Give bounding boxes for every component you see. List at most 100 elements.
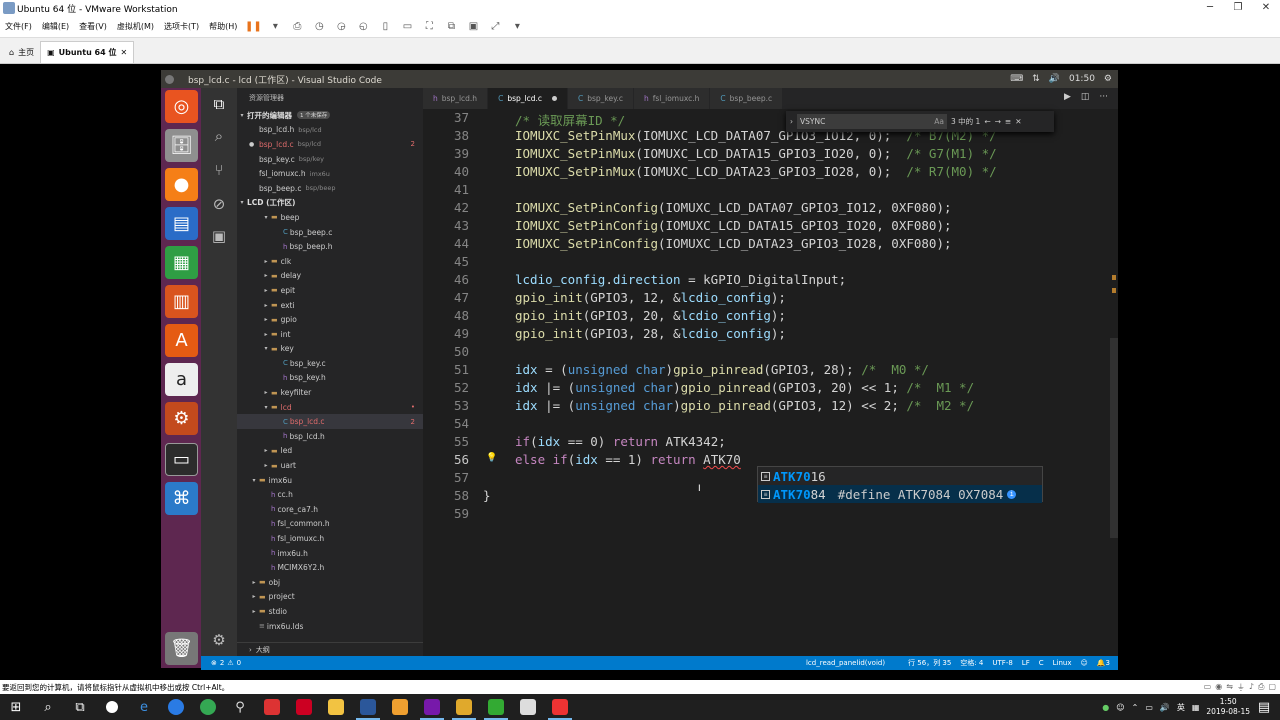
- problems-indicator[interactable]: ⊗ 2 ⚠ 0: [211, 659, 241, 667]
- window-close-icon[interactable]: [165, 74, 174, 84]
- network-icon[interactable]: ⇅: [1032, 74, 1040, 84]
- notes-icon[interactable]: [512, 694, 544, 720]
- open-editor-item[interactable]: bsp_lcd.h bsp/lcd: [237, 123, 423, 138]
- ubuntu-clock[interactable]: 01:50: [1069, 74, 1095, 84]
- tray-input-icon[interactable]: ▦: [1192, 703, 1200, 712]
- editor-tab[interactable]: h fsl_iomuxc.h: [633, 88, 711, 109]
- firefox-icon[interactable]: ●: [165, 168, 198, 201]
- folder-item[interactable]: ▸ ▬ keyfilter: [237, 385, 423, 400]
- software-center-icon[interactable]: A: [165, 324, 198, 357]
- run-icon[interactable]: ▶: [1064, 92, 1071, 102]
- file-item[interactable]: h MCIMX6Y2.h: [237, 560, 423, 575]
- writer-icon[interactable]: ▤: [165, 207, 198, 240]
- tab-close-icon[interactable]: ✕: [120, 48, 127, 57]
- manage-gear-icon[interactable]: ⚙: [209, 630, 229, 650]
- camera-app-icon[interactable]: [96, 694, 128, 720]
- code-line[interactable]: IOMUXC_SetPinConfig(IOMUXC_LCD_DATA07_GP…: [515, 200, 952, 215]
- debug-icon[interactable]: ⊘: [209, 194, 229, 214]
- folder-item[interactable]: ▾ ▬ key: [237, 342, 423, 357]
- device-sound-icon[interactable]: ♪: [1249, 682, 1254, 693]
- file-item[interactable]: h fsl_common.h: [237, 517, 423, 532]
- platform[interactable]: Linux: [1053, 659, 1072, 667]
- menu-tabs[interactable]: 选项卡(T): [159, 21, 204, 32]
- stretch-dropdown-icon[interactable]: ▾: [509, 20, 525, 34]
- editor-scrollbar[interactable]: [1110, 338, 1118, 538]
- encoding[interactable]: UTF-8: [992, 659, 1012, 667]
- extensions-icon[interactable]: ▣: [209, 226, 229, 246]
- snapshot-icon[interactable]: ◷: [311, 20, 327, 34]
- tab-ubuntu[interactable]: ▣ Ubuntu 64 位 ✕: [40, 41, 135, 63]
- file-item[interactable]: h cc.h: [237, 487, 423, 502]
- find-in-selection-icon[interactable]: ≡: [1005, 117, 1011, 126]
- match-case-toggle[interactable]: Aa: [934, 117, 944, 126]
- input-language[interactable]: 英: [1177, 702, 1185, 713]
- tray-user-icon[interactable]: ☺: [1116, 703, 1124, 712]
- folder-item[interactable]: ▸ ▬ delay: [237, 269, 423, 284]
- outline-section[interactable]: › 大纲: [237, 642, 423, 656]
- code-line[interactable]: idx |= (unsigned char)gpio_pinread(GPIO3…: [515, 398, 974, 413]
- pause-icon[interactable]: ❚❚: [245, 20, 262, 34]
- suggestion-item[interactable]: ≡ ATK70 16: [758, 467, 1042, 485]
- thumbnail-icon[interactable]: ▭: [399, 20, 415, 34]
- menu-file[interactable]: 文件(F): [0, 21, 37, 32]
- menu-vm[interactable]: 虚拟机(M): [112, 21, 159, 32]
- menu-help[interactable]: 帮助(H): [204, 21, 242, 32]
- line-ending[interactable]: LF: [1022, 659, 1030, 667]
- device-net-icon[interactable]: ⇋: [1226, 682, 1233, 693]
- notification-center-icon[interactable]: ▤: [1248, 694, 1280, 720]
- file-item[interactable]: Cbsp_beep.c: [237, 225, 423, 240]
- code-line[interactable]: }: [483, 488, 491, 503]
- close-find-icon[interactable]: ✕: [1015, 117, 1021, 126]
- lightbulb-icon[interactable]: 💡: [486, 453, 497, 463]
- terminal-icon[interactable]: ▭: [165, 443, 198, 476]
- folder-item[interactable]: ▸ ▬ led: [237, 444, 423, 459]
- menu-view[interactable]: 查看(V): [74, 21, 112, 32]
- folder-item[interactable]: ▸ ▬ epit: [237, 283, 423, 298]
- suggestion-item[interactable]: ≡ ATK70 84 #define ATK7084 0X7084 i: [758, 485, 1042, 503]
- split-editor-icon[interactable]: ◫: [1081, 92, 1090, 102]
- browser-icon[interactable]: [160, 694, 192, 720]
- next-match-icon[interactable]: →: [995, 117, 1001, 126]
- app-orange-icon[interactable]: [384, 694, 416, 720]
- code-line[interactable]: IOMUXC_SetPinConfig(IOMUXC_LCD_DATA23_GP…: [515, 236, 952, 251]
- search-icon[interactable]: ⌕: [209, 126, 229, 146]
- folder-item[interactable]: ▸ ▬ int: [237, 327, 423, 342]
- code-line[interactable]: gpio_init(GPIO3, 12, &lcdio_config);: [515, 290, 786, 305]
- file-item[interactable]: h bsp_lcd.h: [237, 429, 423, 444]
- amazon-icon[interactable]: a: [165, 363, 198, 396]
- close-button[interactable]: ✕: [1252, 0, 1280, 16]
- notifications[interactable]: 🔔3: [1097, 659, 1110, 667]
- trash-icon[interactable]: 🗑: [165, 632, 198, 665]
- code-line[interactable]: if(idx == 0) return ATK4342;: [515, 434, 726, 449]
- camtasia-icon[interactable]: [480, 694, 512, 720]
- code-line[interactable]: IOMUXC_SetPinMux(IOMUXC_LCD_DATA15_GPIO3…: [515, 146, 997, 161]
- code-line[interactable]: IOMUXC_SetPinMux(IOMUXC_LCD_DATA23_GPIO3…: [515, 164, 997, 179]
- folder-icon[interactable]: [320, 694, 352, 720]
- editor-tab[interactable]: Cbsp_lcd.c: [488, 88, 568, 109]
- keyboard-icon[interactable]: ⌨: [1010, 74, 1023, 84]
- folder-item[interactable]: ▾ ▬ lcd •: [237, 400, 423, 415]
- code-line[interactable]: else if(idx == 1) return ATK70: [515, 452, 741, 467]
- word-icon[interactable]: [352, 694, 384, 720]
- code-line[interactable]: gpio_init(GPIO3, 28, &lcdio_config);: [515, 326, 786, 341]
- onenote-icon[interactable]: [416, 694, 448, 720]
- code-line[interactable]: idx |= (unsigned char)gpio_pinread(GPIO3…: [515, 380, 974, 395]
- device-usb-icon[interactable]: ⏚: [1237, 682, 1245, 693]
- jiuyou-icon[interactable]: [288, 694, 320, 720]
- snapshot-manager-icon[interactable]: ◵: [355, 20, 371, 34]
- file-item[interactable]: Cbsp_key.c: [237, 356, 423, 371]
- files-icon[interactable]: 🗄: [165, 129, 198, 162]
- menu-edit[interactable]: 编辑(E): [37, 21, 74, 32]
- folder-item[interactable]: ▾ ▬ beep: [237, 210, 423, 225]
- volume-icon[interactable]: 🔊: [1049, 74, 1060, 84]
- folder-item[interactable]: ▾ ▬ imx6u: [237, 473, 423, 488]
- file-item[interactable]: h fsl_iomuxc.h: [237, 531, 423, 546]
- open-editor-item[interactable]: fsl_iomuxc.h imx6u: [237, 166, 423, 181]
- language-mode[interactable]: C: [1039, 659, 1044, 667]
- info-icon[interactable]: i: [1007, 489, 1017, 499]
- file-item[interactable]: h core_ca7.h: [237, 502, 423, 517]
- more-actions-icon[interactable]: ···: [1099, 92, 1108, 102]
- editor-tab[interactable]: h bsp_lcd.h: [423, 88, 489, 109]
- folder-item[interactable]: ▸ ▬ project: [237, 590, 423, 605]
- ubuntu-dash-icon[interactable]: ◎: [165, 90, 198, 123]
